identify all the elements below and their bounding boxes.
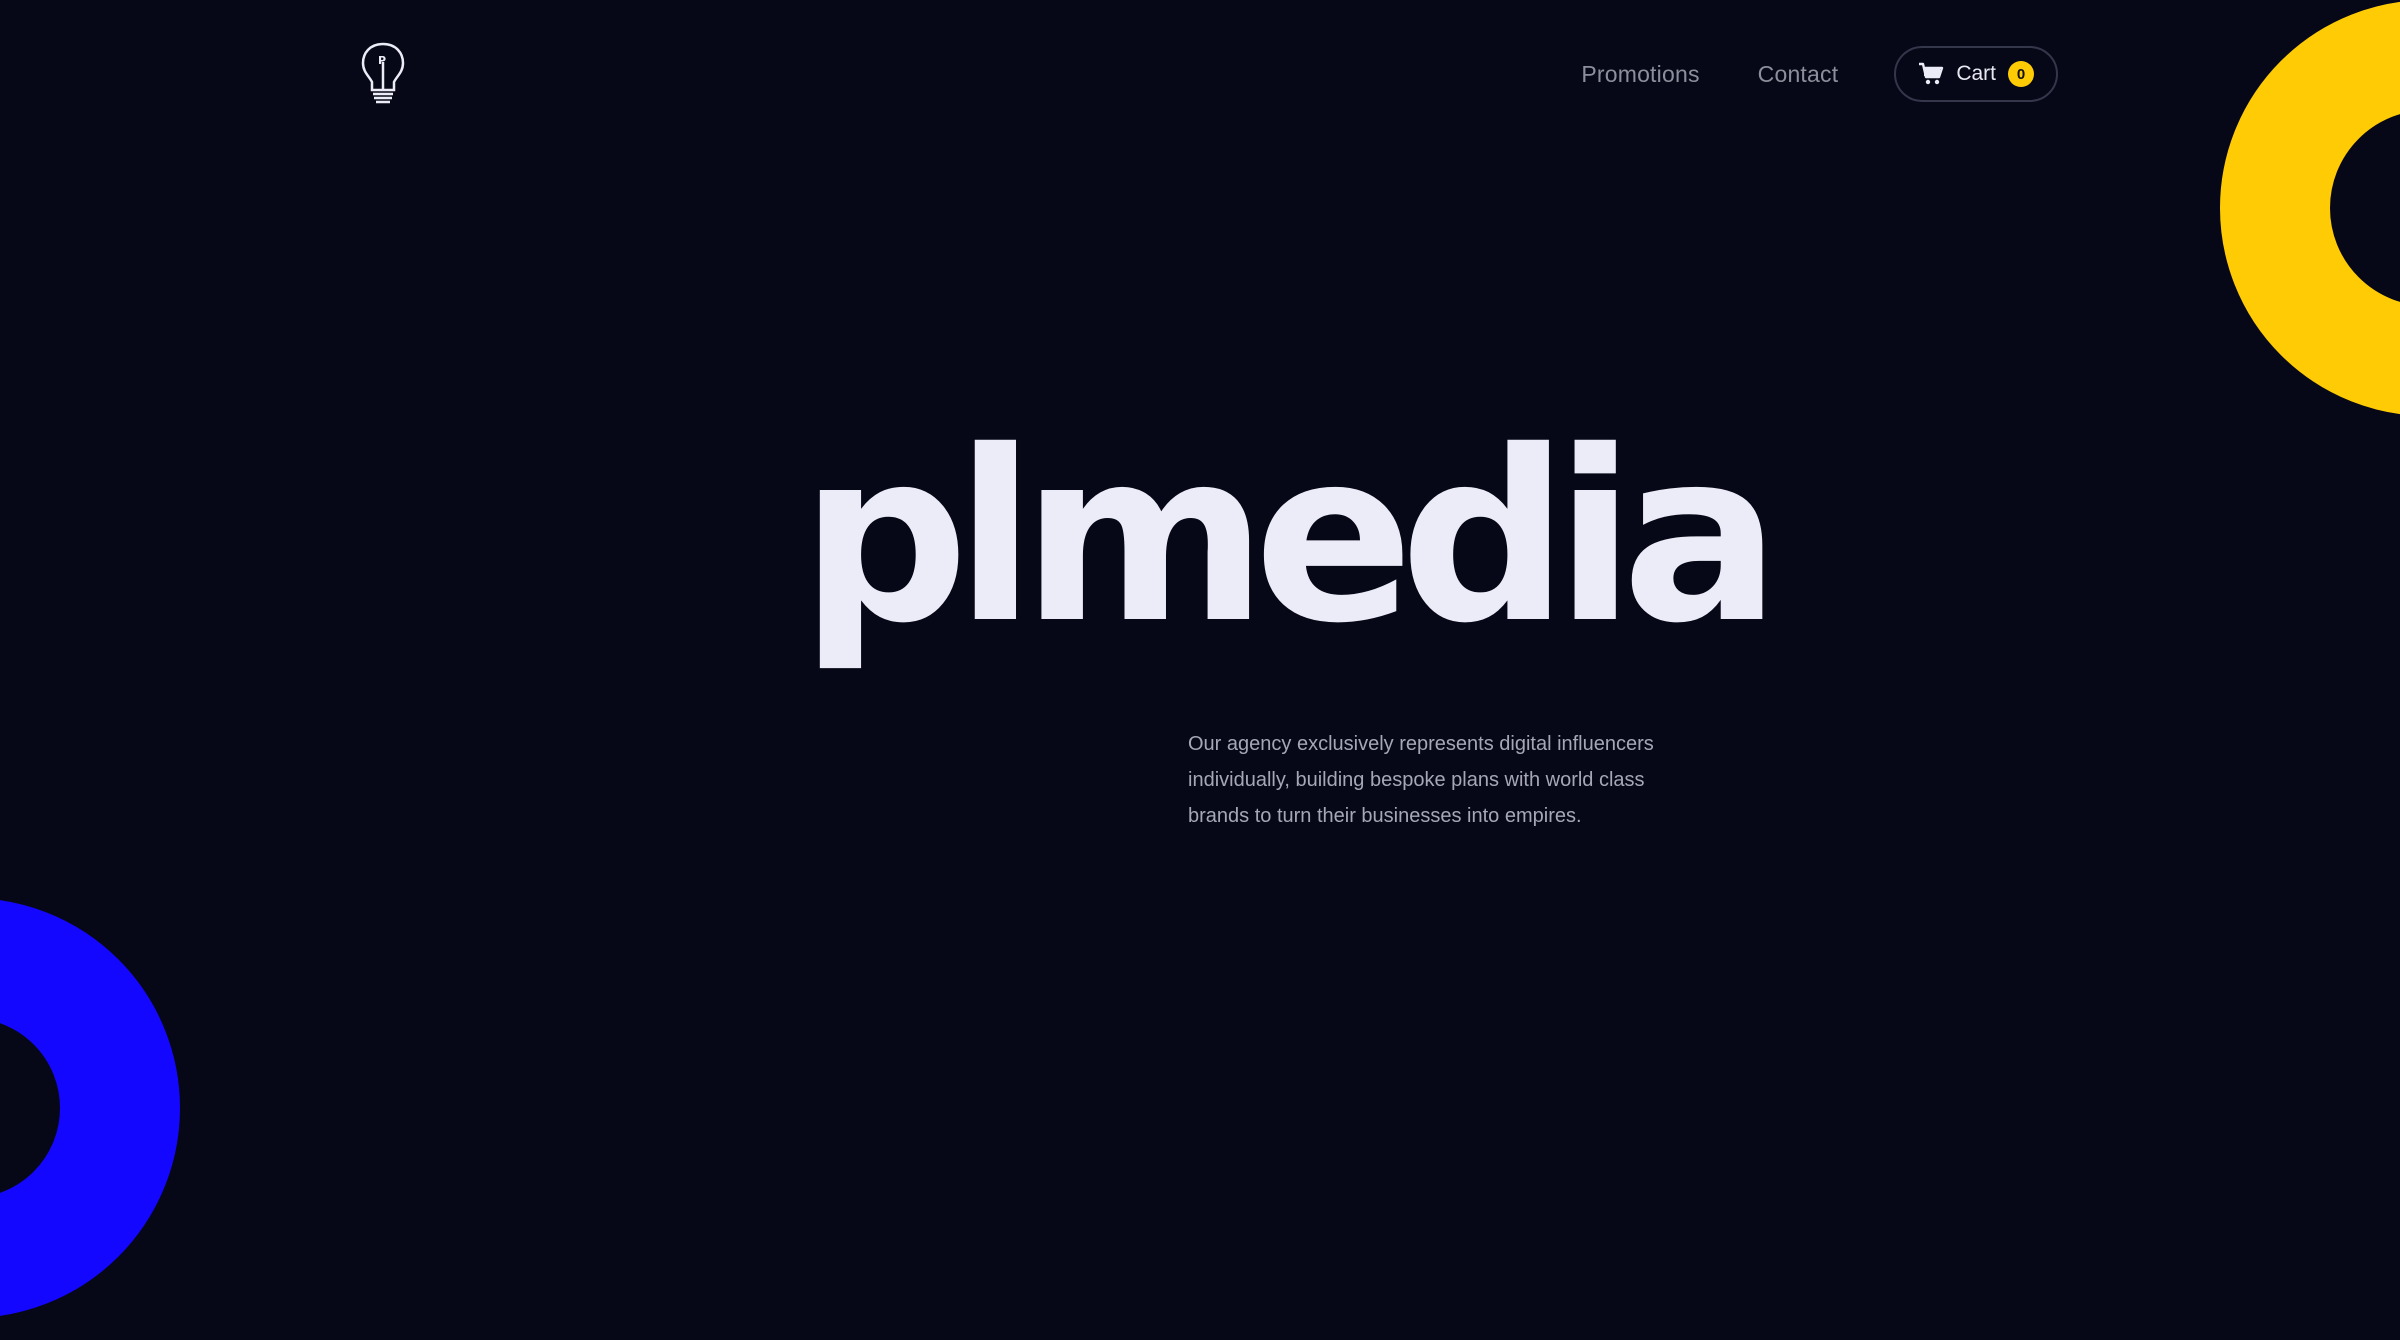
lightbulb-logo-icon[interactable]: P (358, 40, 408, 108)
hero-title: plmedia (800, 400, 1781, 675)
landing-page: P Promotions Contact Cart 0 plmedia Our … (0, 0, 2400, 1340)
top-navigation: Promotions Contact Cart 0 (1581, 44, 2058, 104)
blue-ring-decoration (0, 898, 180, 1318)
logo-letter: P (378, 54, 386, 67)
nav-link-contact[interactable]: Contact (1758, 61, 1839, 88)
cart-icon (1918, 62, 1944, 86)
cart-label: Cart (1956, 62, 1996, 85)
cart-count-badge: 0 (2008, 61, 2034, 87)
nav-link-promotions[interactable]: Promotions (1581, 61, 1699, 88)
hero-description: Our agency exclusively represents digita… (1188, 733, 1654, 827)
yellow-ring-decoration (2220, 0, 2400, 416)
cart-button[interactable]: Cart 0 (1894, 46, 2058, 102)
